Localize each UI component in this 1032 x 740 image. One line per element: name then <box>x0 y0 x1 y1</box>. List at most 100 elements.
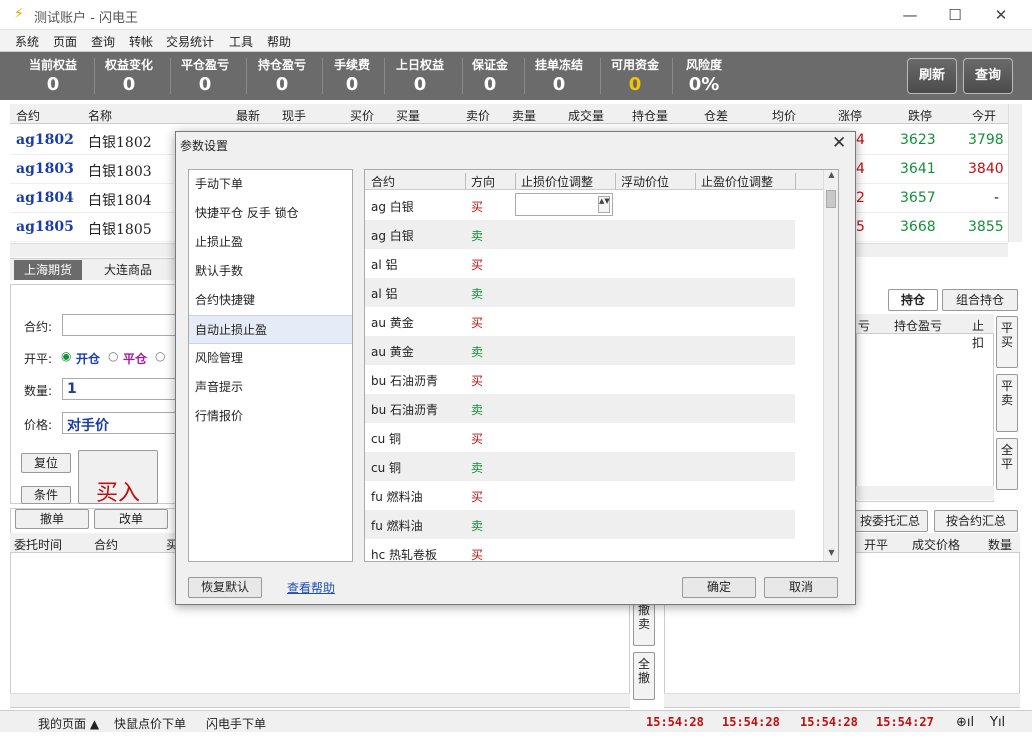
cancel-order-button[interactable]: 撤单 <box>15 509 89 529</box>
col-grid-takeprofit[interactable]: 止盈价位调整 <box>701 173 773 190</box>
quote-scrollbar[interactable] <box>1008 104 1022 242</box>
grid-scrollbar[interactable]: ▲ ▼ <box>823 170 838 561</box>
menu-transfer[interactable]: 转帐 <box>129 33 153 50</box>
grid-row[interactable]: cu 铜 买 <box>365 423 795 452</box>
grid-row[interactable]: al 铝 买 <box>365 249 795 278</box>
trade-hscrollbar[interactable] <box>664 693 1020 707</box>
grid-row[interactable]: cu 铜 卖 <box>365 452 795 481</box>
col-limit-down[interactable]: 跌停 <box>908 107 932 124</box>
stoploss-spinbox[interactable]: ▲▼ <box>515 193 613 216</box>
close-all-button[interactable]: 全平 <box>996 438 1018 490</box>
tab-by-order[interactable]: 按委托汇总 <box>852 510 928 532</box>
tab-dce[interactable]: 大连商品 <box>94 260 162 280</box>
status-quick-mouse[interactable]: 快鼠点价下单 <box>114 715 186 732</box>
col-contract[interactable]: 合约 <box>16 107 40 124</box>
maximize-button[interactable]: ☐ <box>940 4 970 26</box>
modify-order-button[interactable]: 改单 <box>94 509 168 529</box>
tab-combo-positions[interactable]: 组合持仓 <box>942 289 1018 311</box>
grid-row[interactable]: bu 石油沥青 卖 <box>365 394 795 423</box>
col-name[interactable]: 名称 <box>88 107 112 124</box>
col-order-time[interactable]: 委托时间 <box>14 536 62 553</box>
col-grid-float[interactable]: 浮动价位 <box>621 173 669 190</box>
dialog-close-icon[interactable]: ✕ <box>832 133 846 153</box>
status-my-page[interactable]: 我的页面 ▲ <box>38 715 99 732</box>
status-lightning-order[interactable]: 闪电手下单 <box>206 715 266 732</box>
grid-scroll-thumb[interactable] <box>826 190 836 208</box>
grid-row[interactable]: hc 热轧卷板 买 <box>365 539 795 561</box>
refresh-button[interactable]: 刷新 <box>907 58 957 94</box>
settings-item[interactable]: 止损止盈 <box>189 228 352 257</box>
menu-page[interactable]: 页面 <box>53 33 77 50</box>
restore-default-button[interactable]: 恢复默认 <box>188 577 262 598</box>
menu-tools[interactable]: 工具 <box>229 33 253 50</box>
open-radio[interactable]: ◉ <box>61 349 71 363</box>
cancel-button[interactable]: 取消 <box>764 577 838 598</box>
grid-row[interactable]: au 黄金 买 <box>365 307 795 336</box>
ok-button[interactable]: 确定 <box>682 577 756 598</box>
qty-input[interactable]: 1 <box>62 378 182 400</box>
buy-button[interactable]: 买入 <box>78 450 158 506</box>
col-lot[interactable]: 现手 <box>282 107 306 124</box>
settings-item[interactable]: 手动下单 <box>189 170 352 199</box>
col-order-contract[interactable]: 合约 <box>94 536 118 553</box>
order-list-hscrollbar[interactable] <box>10 693 630 707</box>
col-trade-price[interactable]: 成交价格 <box>912 536 960 553</box>
menu-system[interactable]: 系统 <box>15 33 39 50</box>
col-ask-vol[interactable]: 卖量 <box>512 107 536 124</box>
grid-row[interactable]: ag 白银 买 ▲▼ <box>365 191 795 220</box>
close-buy-button[interactable]: 平买 <box>996 316 1018 368</box>
tab-by-contract[interactable]: 按合约汇总 <box>934 510 1018 532</box>
col-avg[interactable]: 均价 <box>772 107 796 124</box>
settings-item[interactable]: 快捷平仓 反手 锁仓 <box>189 199 352 228</box>
col-open[interactable]: 今开 <box>972 107 996 124</box>
settings-item[interactable]: 默认手数 <box>189 257 352 286</box>
col-volume[interactable]: 成交量 <box>568 107 604 124</box>
position-hscrollbar[interactable] <box>856 486 994 500</box>
reset-button[interactable]: 复位 <box>21 453 71 473</box>
menu-trade-stats[interactable]: 交易统计 <box>166 33 214 50</box>
col-bid-vol[interactable]: 买量 <box>396 107 420 124</box>
help-link[interactable]: 查看帮助 <box>287 579 335 596</box>
col-last[interactable]: 最新 <box>236 107 260 124</box>
spin-arrows-icon[interactable]: ▲▼ <box>598 196 610 213</box>
cancel-all-button[interactable]: 全撤 <box>633 652 655 700</box>
condition-button[interactable]: 条件 <box>21 486 71 504</box>
price-input[interactable]: 对手价 <box>62 412 182 434</box>
col-pos-pnl[interactable]: 持仓盈亏 <box>894 317 942 334</box>
col-trade-qty[interactable]: 数量 <box>988 536 1012 553</box>
menu-help[interactable]: 帮助 <box>267 33 291 50</box>
settings-item[interactable]: 风险管理 <box>189 344 352 373</box>
grid-row[interactable]: fu 燃料油 买 <box>365 481 795 510</box>
close-sell-button[interactable]: 平卖 <box>996 374 1018 432</box>
close-button[interactable]: ✕ <box>986 4 1016 26</box>
settings-item[interactable]: 合约快捷键 <box>189 286 352 315</box>
col-ask[interactable]: 卖价 <box>466 107 490 124</box>
col-bid[interactable]: 买价 <box>350 107 374 124</box>
contract-input[interactable] <box>62 314 182 336</box>
col-oi[interactable]: 持仓量 <box>632 107 668 124</box>
col-limit-up[interactable]: 涨停 <box>838 107 862 124</box>
settings-item[interactable]: 声音提示 <box>189 373 352 402</box>
closetoday-radio[interactable]: ○ <box>155 349 165 363</box>
cancel-sell-button[interactable]: 撤卖 <box>633 598 655 646</box>
grid-row[interactable]: ag 白银 卖 <box>365 220 795 249</box>
col-grid-direction[interactable]: 方向 <box>471 173 495 190</box>
menu-query[interactable]: 查询 <box>91 33 115 50</box>
settings-item-selected[interactable]: 自动止损止盈 <box>189 315 352 344</box>
tab-positions[interactable]: 持仓 <box>888 289 938 311</box>
grid-row[interactable]: au 黄金 卖 <box>365 336 795 365</box>
grid-row[interactable]: bu 石油沥青 买 <box>365 365 795 394</box>
col-trade-oc[interactable]: 开平 <box>864 536 888 553</box>
col-oi-diff[interactable]: 仓差 <box>704 107 728 124</box>
grid-row[interactable]: fu 燃料油 卖 <box>365 510 795 539</box>
query-button[interactable]: 查询 <box>963 58 1013 94</box>
col-pos-pnl-tail[interactable]: 亏 <box>858 317 870 334</box>
minimize-button[interactable]: — <box>895 4 925 26</box>
close-radio[interactable]: ○ <box>108 349 118 363</box>
col-stop[interactable]: 止扣 <box>972 317 994 351</box>
col-grid-stoploss[interactable]: 止损价位调整 <box>521 173 593 190</box>
settings-item[interactable]: 行情报价 <box>189 402 352 431</box>
tab-shfe[interactable]: 上海期货 <box>14 260 83 280</box>
col-grid-contract[interactable]: 合约 <box>371 173 395 190</box>
grid-row[interactable]: al 铝 卖 <box>365 278 795 307</box>
